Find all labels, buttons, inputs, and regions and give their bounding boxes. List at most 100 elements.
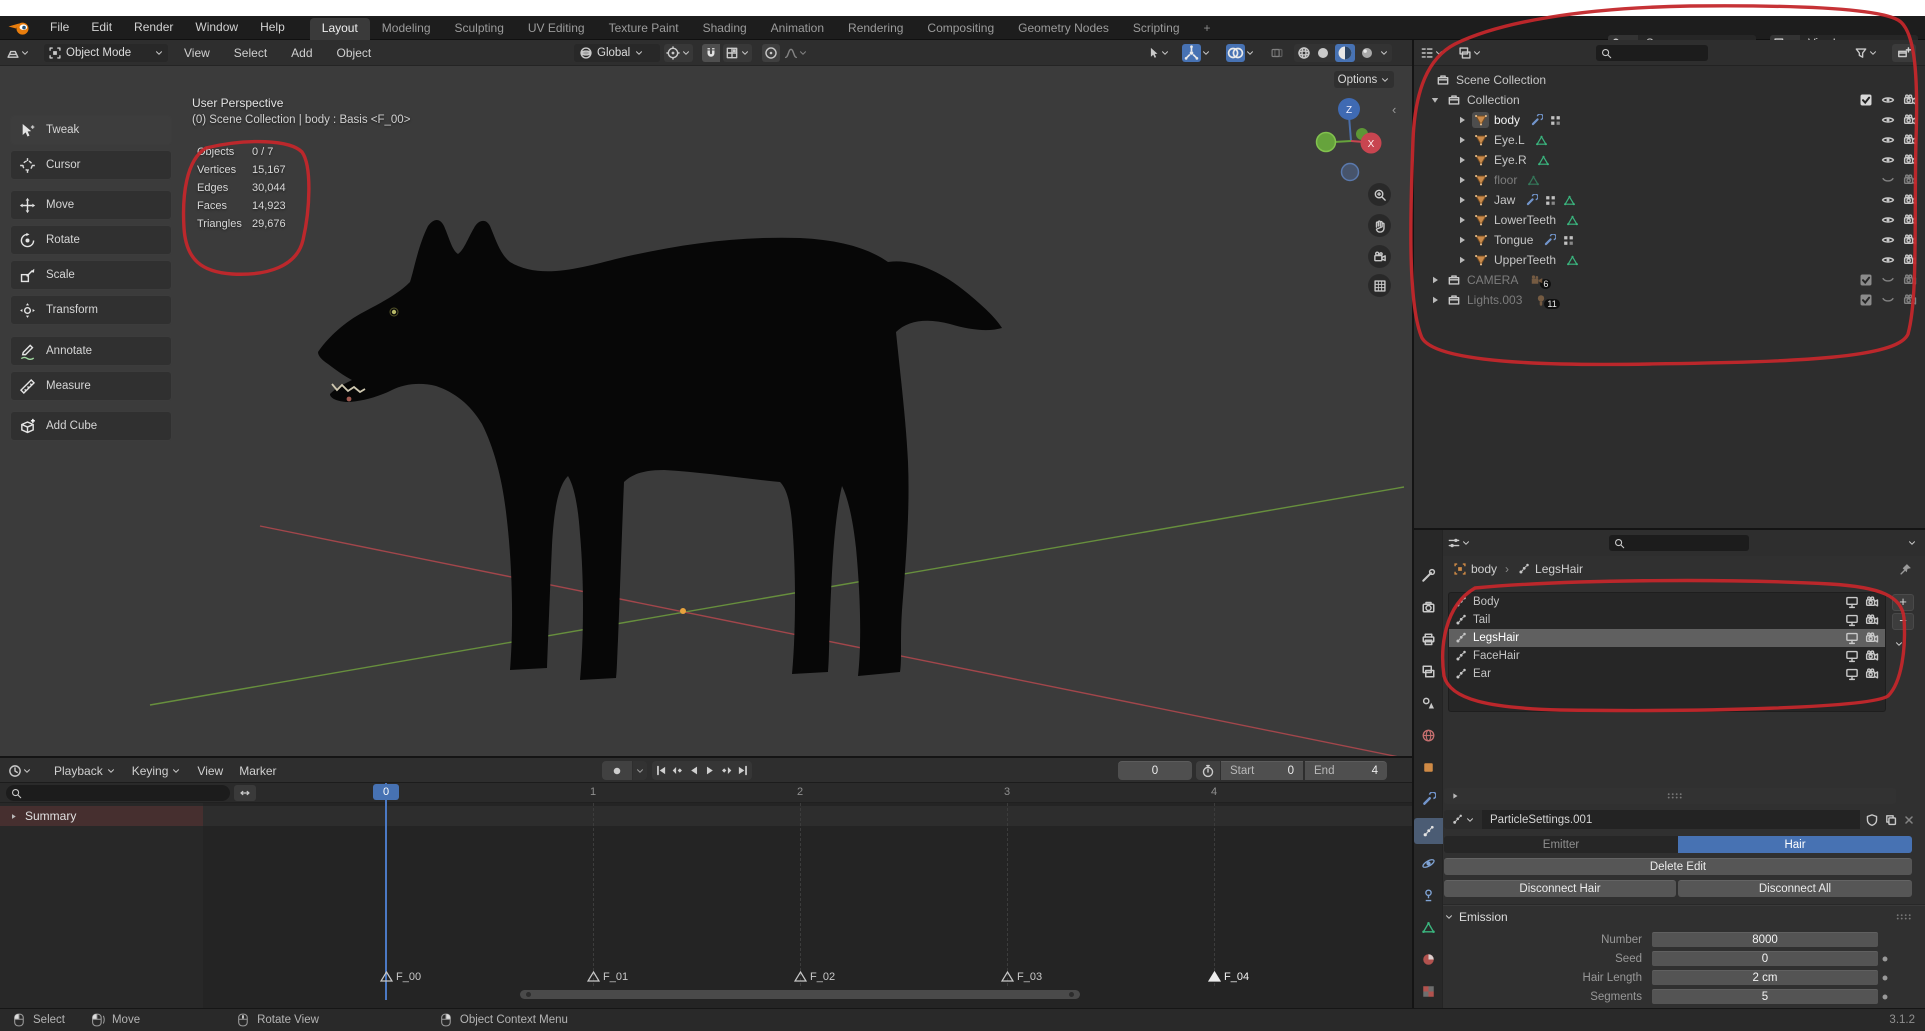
disclosure-closed-icon[interactable] xyxy=(1454,114,1470,126)
topbar-menu-help[interactable]: Help xyxy=(249,16,296,39)
add-particle-system-button[interactable]: + xyxy=(1892,594,1914,611)
monitor-toggle[interactable] xyxy=(1845,667,1859,681)
hair-option[interactable]: Hair xyxy=(1678,836,1912,853)
camera-toggle[interactable] xyxy=(1865,613,1879,627)
tool-button-add-cube[interactable]: Add Cube xyxy=(10,411,172,441)
monitor-toggle[interactable] xyxy=(1845,649,1859,663)
particle-system-row-legshair[interactable]: LegsHair xyxy=(1449,629,1885,647)
new-collection-button[interactable] xyxy=(1892,44,1916,62)
pin-icon[interactable] xyxy=(1899,562,1913,576)
use-preview-range-toggle[interactable] xyxy=(1196,761,1220,780)
play-button[interactable] xyxy=(702,764,718,777)
tool-button-scale[interactable]: Scale xyxy=(10,260,172,290)
timeline-menu-view[interactable]: View xyxy=(189,764,231,778)
eye-toggle[interactable] xyxy=(1881,153,1895,167)
gizmos-toggle[interactable] xyxy=(1182,44,1211,62)
timeline-marker-f-03[interactable]: F_03 xyxy=(1001,971,1042,983)
viewport-menu-add[interactable]: Add xyxy=(279,44,324,62)
eye-toggle[interactable] xyxy=(1881,93,1895,107)
particle-system-row-tail[interactable]: Tail xyxy=(1449,611,1885,629)
tool-button-transform[interactable]: Transform xyxy=(10,295,172,325)
outliner-row-body[interactable]: body xyxy=(1414,110,1925,130)
selectability-visibility-dropdown[interactable] xyxy=(1146,44,1170,62)
breadcrumb-object[interactable]: body xyxy=(1471,562,1497,576)
eye-toggle[interactable] xyxy=(1881,233,1895,247)
workspace-tab-rendering[interactable]: Rendering xyxy=(836,18,915,40)
disclosure-closed-icon[interactable] xyxy=(1454,174,1470,186)
editor-type-button[interactable] xyxy=(6,44,30,62)
timeline-menu-marker[interactable]: Marker xyxy=(231,764,284,778)
pivot-point-dropdown[interactable] xyxy=(664,44,693,62)
auto-keying-toggle[interactable] xyxy=(602,761,632,780)
remove-particle-system-button[interactable]: − xyxy=(1892,613,1914,630)
eye-toggle[interactable] xyxy=(1881,133,1895,147)
disclosure-closed-icon[interactable] xyxy=(1454,214,1470,226)
field-value[interactable]: 2 cm xyxy=(1652,970,1878,985)
workspace-tab-animation[interactable]: Animation xyxy=(759,18,836,40)
skip-start-button[interactable] xyxy=(653,764,669,777)
topbar-menu-render[interactable]: Render xyxy=(123,16,184,39)
viewport-menu-object[interactable]: Object xyxy=(325,44,384,62)
camera-toggle[interactable] xyxy=(1903,93,1917,107)
camera-toggle[interactable] xyxy=(1903,273,1917,287)
eye-toggle[interactable] xyxy=(1881,193,1895,207)
key-next-button[interactable] xyxy=(719,764,735,777)
horizontal-scrollbar[interactable] xyxy=(520,990,1080,999)
properties-tab-constraint[interactable] xyxy=(1414,882,1443,908)
eye-closed-toggle[interactable] xyxy=(1881,273,1895,287)
disclosure-closed-icon[interactable] xyxy=(1454,134,1470,146)
properties-tab-viewlayer[interactable] xyxy=(1414,658,1443,684)
properties-tab-data[interactable] xyxy=(1414,914,1443,940)
properties-options-chevron[interactable] xyxy=(1907,534,1917,552)
timeline-marker-f-00[interactable]: F_00 xyxy=(380,971,421,983)
viewport-menu-view[interactable]: View xyxy=(172,44,222,62)
pan-button[interactable] xyxy=(1368,214,1391,237)
shading-material-icon[interactable] xyxy=(1335,44,1355,62)
workspace-tab-scripting[interactable]: Scripting xyxy=(1121,18,1192,40)
datablock-name-field[interactable]: ParticleSettings.001 xyxy=(1482,810,1860,829)
monitor-toggle[interactable] xyxy=(1845,631,1859,645)
topbar-menu-window[interactable]: Window xyxy=(184,16,249,39)
add-workspace-button[interactable]: + xyxy=(1192,18,1223,40)
filter-dropdown[interactable] xyxy=(1854,44,1878,62)
checkbox-toggle[interactable] xyxy=(1859,93,1873,107)
checkbox-toggle[interactable] xyxy=(1859,273,1873,287)
eye-closed-toggle[interactable] xyxy=(1881,173,1895,187)
workspace-tab-geometry-nodes[interactable]: Geometry Nodes xyxy=(1006,18,1121,40)
delete-edit-button[interactable]: Delete Edit xyxy=(1444,858,1912,875)
disclosure-closed-icon[interactable] xyxy=(1454,254,1470,266)
editor-type-button[interactable] xyxy=(1447,534,1471,552)
camera-toggle[interactable] xyxy=(1903,133,1917,147)
viewport-menu-select[interactable]: Select xyxy=(222,44,279,62)
outliner-row-collection[interactable]: Collection xyxy=(1414,90,1925,110)
timeline-marker-f-02[interactable]: F_02 xyxy=(794,971,835,983)
camera-toggle[interactable] xyxy=(1903,173,1917,187)
sidebar-collapse-chevron[interactable]: ‹ xyxy=(1392,102,1396,117)
options-dropdown[interactable]: Options xyxy=(1334,71,1394,88)
camera-toggle[interactable] xyxy=(1865,631,1879,645)
shield-icon[interactable] xyxy=(1865,813,1879,827)
copy-icon[interactable] xyxy=(1884,813,1898,827)
properties-tab-tool[interactable] xyxy=(1414,562,1443,588)
tool-button-cursor[interactable]: Cursor xyxy=(10,150,172,180)
properties-tab-physics[interactable] xyxy=(1414,850,1443,876)
eye-closed-toggle[interactable] xyxy=(1881,293,1895,307)
animal-model-silhouette[interactable] xyxy=(318,220,1002,680)
outliner-row-lights-003[interactable]: Lights.003 11 xyxy=(1414,290,1925,310)
outliner-row-eye-r[interactable]: Eye.R xyxy=(1414,150,1925,170)
disclosure-open-icon[interactable] xyxy=(1427,94,1443,106)
outliner-row-upperteeth[interactable]: UpperTeeth xyxy=(1414,250,1925,270)
camera-toggle[interactable] xyxy=(1865,667,1879,681)
eye-toggle[interactable] xyxy=(1881,253,1895,267)
properties-tab-texture[interactable] xyxy=(1414,978,1443,1004)
camera-toggle[interactable] xyxy=(1865,649,1879,663)
frame-start-field[interactable]: Start 0 xyxy=(1221,761,1303,780)
gizmo-y-neg-ball[interactable] xyxy=(1315,131,1337,153)
camera-toggle[interactable] xyxy=(1903,253,1917,267)
camera-toggle[interactable] xyxy=(1903,233,1917,247)
properties-tab-material[interactable] xyxy=(1414,946,1443,972)
outliner-row-jaw[interactable]: Jaw xyxy=(1414,190,1925,210)
camera-toggle[interactable] xyxy=(1903,213,1917,227)
close-icon[interactable] xyxy=(1903,814,1915,826)
outliner-row-tongue[interactable]: Tongue xyxy=(1414,230,1925,250)
